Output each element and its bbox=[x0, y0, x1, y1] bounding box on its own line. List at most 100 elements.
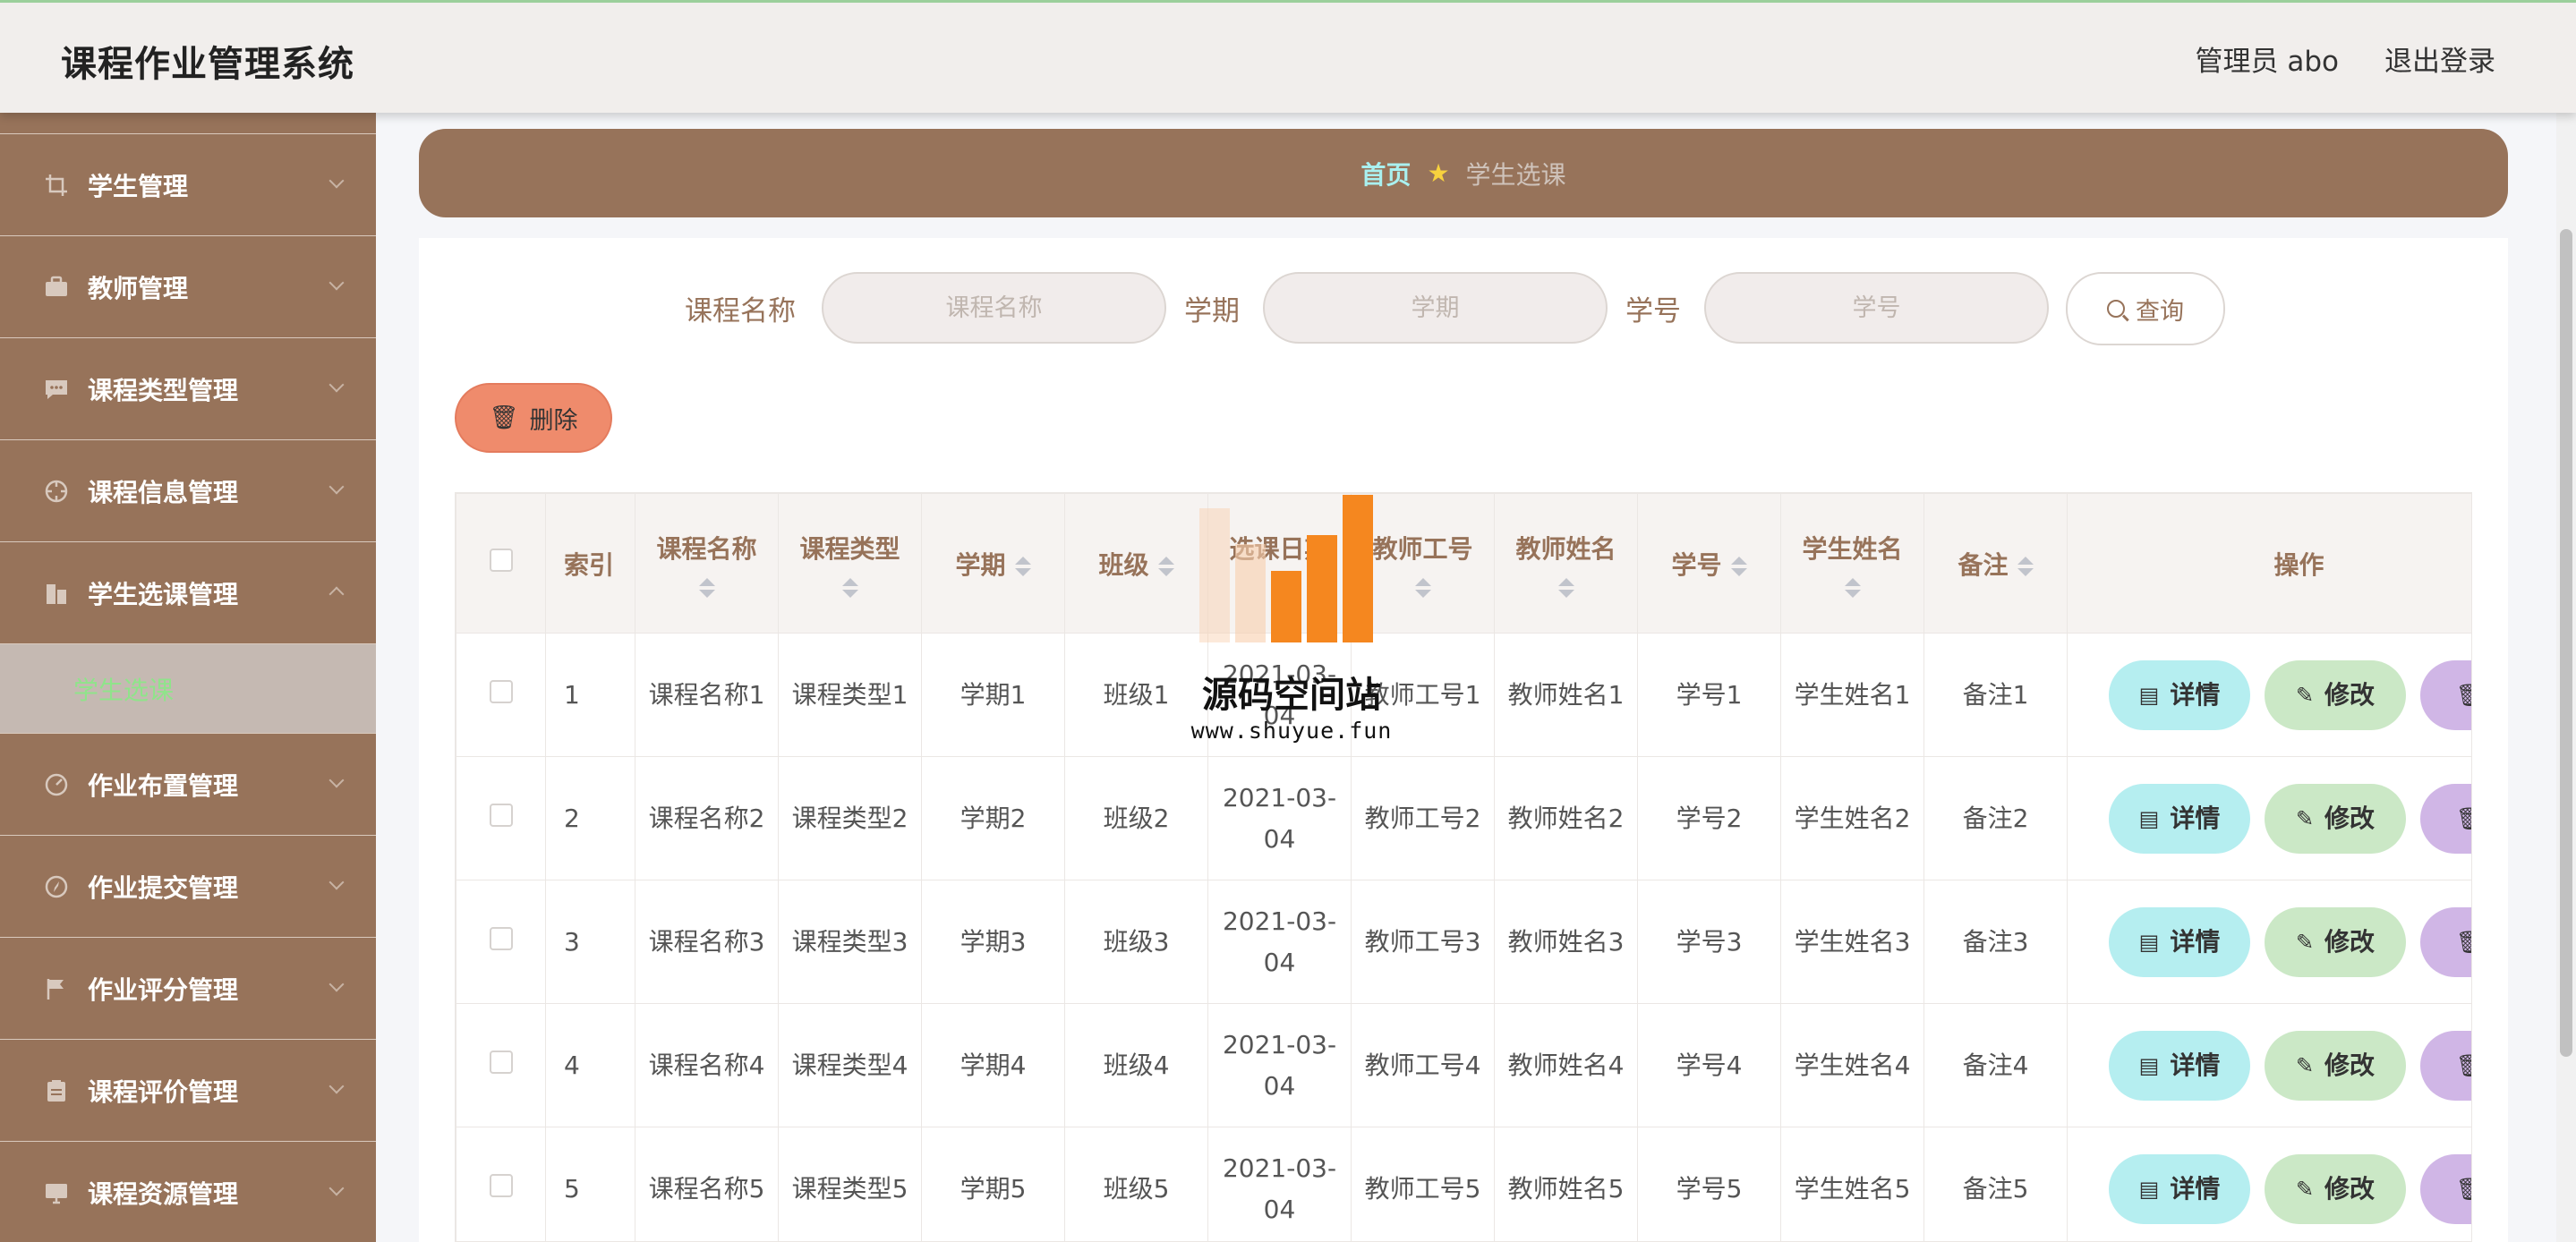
sidebar-item-label: 课程信息管理 bbox=[88, 477, 239, 507]
cell-student-name: 学生姓名5 bbox=[1780, 1127, 1924, 1241]
sidebar-item-course-info-management[interactable]: 课程信息管理 bbox=[0, 440, 376, 542]
edit-button[interactable]: ✎ 修改 bbox=[2265, 659, 2406, 730]
cell-teacher-id: 教师工号2 bbox=[1351, 756, 1495, 880]
sort-icon[interactable] bbox=[1730, 556, 1747, 576]
detail-button[interactable]: ▤ 详情 bbox=[2109, 906, 2250, 977]
breadcrumb-current: 学生选课 bbox=[1465, 159, 1566, 190]
detail-label: 详情 bbox=[2170, 679, 2221, 710]
edit-button[interactable]: ✎ 修改 bbox=[2265, 906, 2406, 977]
sort-icon[interactable] bbox=[698, 577, 715, 598]
sort-icon[interactable] bbox=[1157, 556, 1174, 576]
chevron-down-icon bbox=[328, 874, 345, 890]
row-checkbox[interactable] bbox=[489, 679, 513, 703]
row-checkbox[interactable] bbox=[489, 1173, 513, 1197]
row-delete-button[interactable]: 🗑 bbox=[2420, 1153, 2471, 1224]
sidebar-top-divider bbox=[0, 113, 376, 134]
query-button[interactable]: 查询 bbox=[2066, 272, 2225, 345]
sidebar-item-course-type-management[interactable]: 课程类型管理 bbox=[0, 338, 376, 440]
header-class[interactable]: 班级 bbox=[1064, 493, 1208, 634]
row-delete-button[interactable]: 🗑 bbox=[2420, 906, 2471, 977]
cell-student-id: 学号2 bbox=[1637, 756, 1781, 880]
sort-icon[interactable] bbox=[841, 577, 858, 598]
logout-link[interactable]: 退出登录 bbox=[2384, 38, 2495, 79]
cell-class: 班级1 bbox=[1064, 633, 1208, 757]
cell-teacher-id: 教师工号4 bbox=[1351, 1003, 1495, 1127]
table-header-row: 索引 课程名称 课程类型 学期 班级 选课日期 教师工号 教师姓名 学号 学生姓… bbox=[456, 493, 2471, 634]
table-row: 1 课程名称1 课程类型1 学期1 班级1 2021-03-04 教师工号1 教师姓名1 学号1… bbox=[456, 633, 2471, 757]
chevron-down-icon bbox=[328, 772, 345, 788]
cell-select-date: 2021-03-04 bbox=[1207, 1127, 1352, 1241]
trash-icon: 🗑 bbox=[2456, 922, 2471, 963]
batch-delete-button[interactable]: 🗑 删除 bbox=[455, 383, 612, 453]
page-scrollbar[interactable] bbox=[2556, 113, 2576, 1242]
detail-button[interactable]: ▤ 详情 bbox=[2109, 659, 2250, 730]
sidebar-item-course-resource-management[interactable]: 课程资源管理 bbox=[0, 1142, 376, 1242]
detail-button[interactable]: ▤ 详情 bbox=[2109, 1030, 2250, 1101]
breadcrumb-home-link[interactable]: 首页 bbox=[1361, 156, 1411, 191]
header-student-id[interactable]: 学号 bbox=[1637, 493, 1781, 634]
header-course-type[interactable]: 课程类型 bbox=[778, 493, 922, 634]
chevron-down-icon bbox=[328, 275, 345, 291]
cell-class: 班级3 bbox=[1064, 880, 1208, 1004]
sort-icon[interactable] bbox=[1844, 577, 1861, 598]
query-button-label: 查询 bbox=[2136, 297, 2184, 326]
cell-course-type: 课程类型2 bbox=[778, 756, 922, 880]
row-checkbox[interactable] bbox=[489, 803, 513, 827]
header-teacher-name[interactable]: 教师姓名 bbox=[1494, 493, 1638, 634]
cell-course-type: 课程类型1 bbox=[778, 633, 922, 757]
sidebar-item-homework-assignment-management[interactable]: 作业布置管理 bbox=[0, 734, 376, 836]
cell-select-date: 2021-03-04 bbox=[1207, 756, 1352, 880]
term-input[interactable] bbox=[1263, 272, 1608, 344]
sidebar-item-student-management[interactable]: 学生管理 bbox=[0, 134, 376, 236]
select-all-checkbox[interactable] bbox=[489, 549, 513, 572]
cell-teacher-name: 教师姓名5 bbox=[1494, 1127, 1638, 1241]
course-name-input[interactable] bbox=[822, 272, 1166, 344]
sort-icon[interactable] bbox=[2017, 556, 2034, 576]
header-remark[interactable]: 备注 bbox=[1923, 493, 2068, 634]
chevron-up-icon bbox=[328, 586, 345, 602]
detail-button[interactable]: ▤ 详情 bbox=[2109, 783, 2250, 854]
row-delete-button[interactable]: 🗑 bbox=[2420, 783, 2471, 854]
sort-icon[interactable] bbox=[1014, 556, 1031, 576]
edit-button[interactable]: ✎ 修改 bbox=[2265, 1153, 2406, 1224]
sort-icon[interactable] bbox=[1557, 577, 1574, 598]
detail-button[interactable]: ▤ 详情 bbox=[2109, 1153, 2250, 1224]
monitor-icon bbox=[43, 1179, 70, 1206]
chevron-down-icon bbox=[328, 1180, 345, 1196]
sidebar-item-course-selection-management[interactable]: 学生选课管理 bbox=[0, 542, 376, 644]
sidebar-item-label: 作业评分管理 bbox=[88, 974, 239, 1005]
scrollbar-thumb[interactable] bbox=[2560, 229, 2572, 1057]
student-id-input[interactable] bbox=[1704, 272, 2049, 344]
sort-icon[interactable] bbox=[1414, 577, 1431, 598]
table-row: 5 课程名称5 课程类型5 学期5 班级5 2021-03-04 教师工号5 教师姓名5 学号5… bbox=[456, 1127, 2471, 1241]
trash-icon: 🗑 bbox=[2456, 1169, 2471, 1210]
header-course-name[interactable]: 课程名称 bbox=[635, 493, 779, 634]
row-delete-button[interactable]: 🗑 bbox=[2420, 659, 2471, 730]
cell-class: 班级4 bbox=[1064, 1003, 1208, 1127]
edit-button[interactable]: ✎ 修改 bbox=[2265, 783, 2406, 854]
cell-ops: ▤ 详情 ✎ 修改 🗑 bbox=[2067, 633, 2471, 757]
sidebar-item-homework-grading-management[interactable]: 作业评分管理 bbox=[0, 938, 376, 1040]
sidebar-item-homework-submission-management[interactable]: 作业提交管理 bbox=[0, 836, 376, 938]
sidebar-item-label: 学生管理 bbox=[88, 171, 189, 201]
cell-course-name: 课程名称3 bbox=[635, 880, 779, 1004]
cell-ops: ▤ 详情 ✎ 修改 🗑 bbox=[2067, 1003, 2471, 1127]
cell-teacher-name: 教师姓名3 bbox=[1494, 880, 1638, 1004]
cell-course-name: 课程名称1 bbox=[635, 633, 779, 757]
sidebar-subitem-course-selection[interactable]: 学生选课 bbox=[0, 644, 376, 734]
edit-button[interactable]: ✎ 修改 bbox=[2265, 1030, 2406, 1101]
cell-class: 班级2 bbox=[1064, 756, 1208, 880]
row-checkbox[interactable] bbox=[489, 926, 513, 950]
header-student-name[interactable]: 学生姓名 bbox=[1780, 493, 1924, 634]
cell-course-name: 课程名称4 bbox=[635, 1003, 779, 1127]
row-delete-button[interactable]: 🗑 bbox=[2420, 1030, 2471, 1101]
sidebar-item-course-evaluation-management[interactable]: 课程评价管理 bbox=[0, 1040, 376, 1142]
row-checkbox[interactable] bbox=[489, 1050, 513, 1074]
cell-student-id: 学号5 bbox=[1637, 1127, 1781, 1241]
header-term[interactable]: 学期 bbox=[921, 493, 1065, 634]
cell-course-type: 课程类型4 bbox=[778, 1003, 922, 1127]
row-select-cell bbox=[456, 880, 546, 1004]
header-label: 课程名称 bbox=[656, 533, 757, 564]
sidebar-item-teacher-management[interactable]: 教师管理 bbox=[0, 236, 376, 338]
trash-icon: 🗑 bbox=[2456, 1045, 2471, 1086]
